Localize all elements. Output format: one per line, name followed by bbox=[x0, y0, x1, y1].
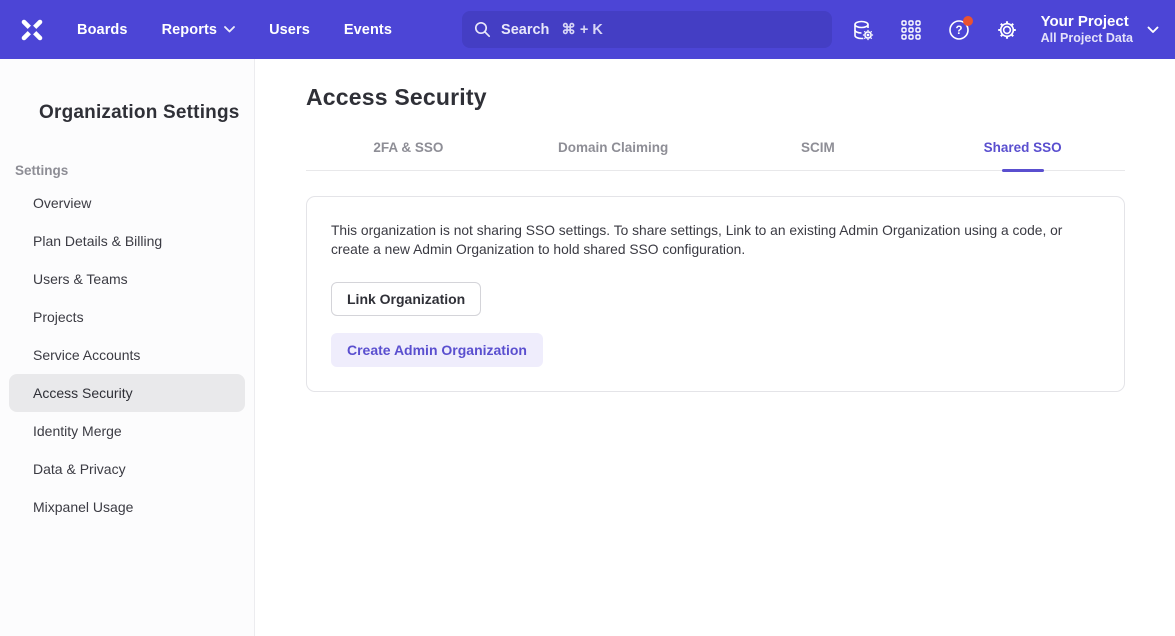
nav-right-controls: ? Your Project All Project Data bbox=[835, 10, 1159, 50]
settings-gear-icon bbox=[995, 18, 1019, 42]
apps-grid-button[interactable] bbox=[891, 10, 931, 50]
link-organization-button[interactable]: Link Organization bbox=[331, 282, 481, 316]
project-info: Your Project All Project Data bbox=[1041, 13, 1133, 46]
sidebar-item-mixpanel-usage[interactable]: Mixpanel Usage bbox=[9, 488, 245, 526]
page-title: Access Security bbox=[306, 84, 1125, 111]
notification-badge bbox=[963, 16, 973, 26]
nav-item-boards[interactable]: Boards bbox=[64, 14, 141, 46]
sidebar-item-projects[interactable]: Projects bbox=[9, 298, 245, 336]
create-admin-organization-button[interactable]: Create Admin Organization bbox=[331, 333, 543, 367]
sidebar-item-users-teams[interactable]: Users & Teams bbox=[9, 260, 245, 298]
settings-button[interactable] bbox=[987, 10, 1027, 50]
project-name: Your Project bbox=[1041, 13, 1133, 31]
mixpanel-logo-icon bbox=[17, 15, 47, 45]
help-button[interactable]: ? bbox=[939, 10, 979, 50]
tab-shared-sso[interactable]: Shared SSO bbox=[920, 140, 1125, 170]
tab-domain-claiming[interactable]: Domain Claiming bbox=[511, 140, 716, 170]
nav-item-reports[interactable]: Reports bbox=[149, 14, 249, 46]
data-management-button[interactable] bbox=[843, 10, 883, 50]
nav-item-boards-label: Boards bbox=[77, 22, 128, 38]
shared-sso-card: This organization is not sharing SSO set… bbox=[306, 196, 1125, 392]
mixpanel-logo[interactable] bbox=[0, 15, 64, 45]
sidebar-item-data-privacy[interactable]: Data & Privacy bbox=[9, 450, 245, 488]
nav-links: Boards Reports Users Events bbox=[64, 14, 405, 46]
search-shortcut: ⌘ + K bbox=[561, 22, 603, 38]
nav-item-users-label: Users bbox=[269, 22, 310, 38]
project-data-scope: All Project Data bbox=[1041, 31, 1133, 46]
search-placeholder: Search bbox=[501, 22, 549, 38]
settings-sidebar: Organization Settings Settings Overview … bbox=[0, 59, 255, 636]
top-nav: Boards Reports Users Events Search ⌘ + K bbox=[0, 0, 1175, 59]
project-switcher[interactable]: Your Project All Project Data bbox=[1041, 13, 1159, 46]
nav-item-users[interactable]: Users bbox=[256, 14, 323, 46]
apps-grid-icon bbox=[900, 19, 922, 41]
shared-sso-description: This organization is not sharing SSO set… bbox=[331, 221, 1093, 259]
sidebar-section-label: Settings bbox=[15, 163, 254, 178]
page-layout: Organization Settings Settings Overview … bbox=[0, 59, 1175, 636]
sidebar-item-identity-merge[interactable]: Identity Merge bbox=[9, 412, 245, 450]
sidebar-item-plan-details-billing[interactable]: Plan Details & Billing bbox=[9, 222, 245, 260]
sidebar-item-service-accounts[interactable]: Service Accounts bbox=[9, 336, 245, 374]
sidebar-title: Organization Settings bbox=[39, 102, 254, 124]
sidebar-item-overview[interactable]: Overview bbox=[9, 184, 245, 222]
sidebar-item-access-security[interactable]: Access Security bbox=[9, 374, 245, 412]
main-content: Access Security 2FA & SSO Domain Claimin… bbox=[255, 59, 1175, 636]
access-security-tabs: 2FA & SSO Domain Claiming SCIM Shared SS… bbox=[306, 140, 1125, 171]
chevron-down-icon bbox=[1147, 26, 1159, 34]
tab-2fa-sso[interactable]: 2FA & SSO bbox=[306, 140, 511, 170]
search-icon bbox=[474, 21, 491, 38]
tab-scim[interactable]: SCIM bbox=[716, 140, 921, 170]
data-management-icon bbox=[851, 18, 875, 42]
nav-item-events[interactable]: Events bbox=[331, 14, 405, 46]
nav-item-reports-label: Reports bbox=[162, 22, 218, 38]
chevron-down-icon bbox=[224, 26, 235, 33]
svg-text:?: ? bbox=[955, 25, 962, 37]
search-input[interactable]: Search ⌘ + K bbox=[462, 11, 832, 48]
nav-item-events-label: Events bbox=[344, 22, 392, 38]
